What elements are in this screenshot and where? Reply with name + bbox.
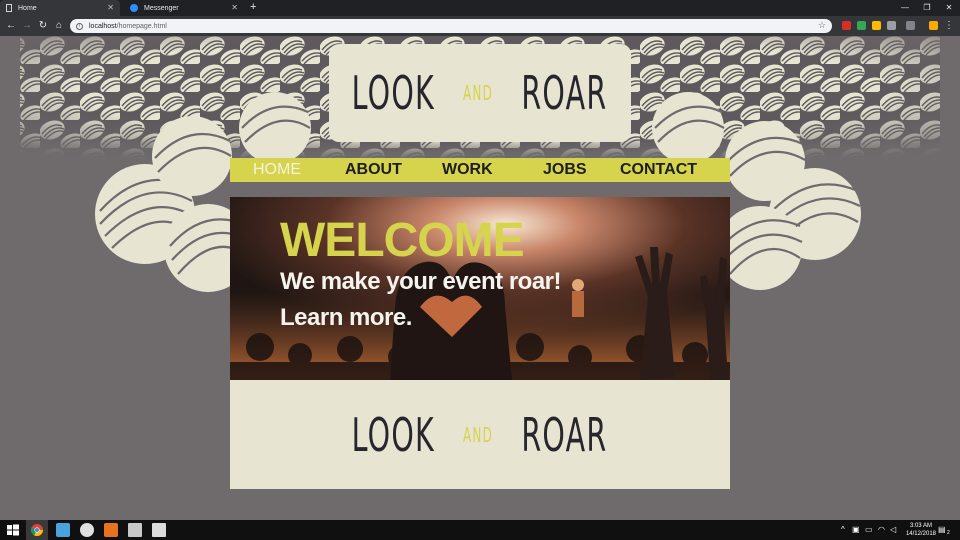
extension-icon[interactable] [906, 21, 915, 30]
address-bar[interactable]: i localhost /homepage.html ☆ [70, 19, 832, 33]
nav-item-about[interactable]: ABOUT [345, 161, 402, 179]
chevron-up-icon[interactable]: ^ [841, 525, 845, 534]
app-icon[interactable] [56, 523, 70, 537]
new-tab-button[interactable]: + [250, 1, 256, 13]
close-icon[interactable]: ✕ [231, 3, 238, 12]
extension-icon[interactable] [887, 21, 896, 30]
home-icon[interactable]: ⌂ [52, 19, 66, 33]
tab-messenger[interactable]: Messenger ✕ [124, 0, 244, 16]
logo-word-and: AND [462, 81, 493, 105]
extension-icon[interactable] [842, 21, 851, 30]
logo-word-look: LOOK [351, 66, 436, 120]
hero-banner: WELCOME We make your event roar! Learn m… [230, 197, 730, 380]
site-logo: LOOK AND ROAR [326, 66, 633, 120]
tab-title: Home [18, 4, 37, 12]
header-logo-box[interactable]: LOOK AND ROAR [329, 44, 631, 142]
app-icon[interactable] [80, 523, 94, 537]
close-window-icon[interactable]: ✕ [938, 0, 960, 16]
hero-tagline: We make your event roar! [280, 268, 562, 295]
main-nav: HOME ABOUT WORK JOBS CONTACT [230, 158, 730, 182]
minimize-icon[interactable]: — [894, 0, 916, 16]
volume-icon[interactable]: ◁ [890, 525, 896, 534]
photos-icon[interactable] [152, 523, 166, 537]
app-icon[interactable] [128, 523, 142, 537]
hero-text: WELCOME We make your event roar! Learn m… [280, 214, 562, 333]
extension-icon[interactable] [872, 21, 881, 30]
window-controls: — ❐ ✕ [894, 0, 960, 16]
hero-heading: WELCOME [280, 214, 525, 267]
nav-item-jobs[interactable]: JOBS [543, 161, 587, 179]
address-path: /homepage.html [116, 22, 167, 30]
chrome-icon[interactable] [30, 523, 44, 537]
extension-icon[interactable] [929, 21, 938, 30]
forward-icon[interactable]: → [20, 19, 34, 33]
address-host: localhost [89, 22, 117, 30]
tab-strip: Home ✕ Messenger ✕ + — ❐ ✕ [0, 0, 960, 16]
footer-logo: LOOK AND ROAR [326, 408, 633, 462]
clock-date: 14/12/2018 [905, 531, 936, 537]
taskbar: ^ ▣ ▭ ◠ ◁ 3:03 AM 14/12/2018 ▤ 2 [0, 520, 960, 540]
back-icon[interactable]: ← [4, 19, 18, 33]
nav-item-contact[interactable]: CONTACT [620, 161, 697, 179]
document-icon [6, 4, 12, 12]
info-icon[interactable]: i [76, 22, 83, 30]
extension-icon[interactable] [857, 21, 866, 30]
windows-start-icon[interactable] [6, 523, 20, 537]
nav-item-work[interactable]: WORK [442, 161, 493, 179]
system-clock[interactable]: 3:03 AM 14/12/2018 [906, 522, 936, 538]
restore-icon[interactable]: ❐ [916, 0, 938, 16]
logo-word-roar: ROAR [521, 66, 608, 120]
browser-toolbar: ← → ↻ ⌂ i localhost /homepage.html ☆ ⋮ [0, 16, 960, 36]
notification-icon[interactable]: ▤ [938, 525, 946, 534]
menu-icon[interactable]: ⋮ [942, 19, 956, 33]
logo-word-look: LOOK [351, 407, 436, 462]
wifi-icon[interactable]: ◠ [878, 525, 885, 534]
app-icon[interactable] [104, 523, 118, 537]
messenger-icon [130, 4, 138, 12]
nav-item-home[interactable]: HOME [253, 161, 301, 179]
tray-icon[interactable]: ▣ [852, 525, 860, 534]
web-page: LOOK AND ROAR HOME ABOUT WORK JOBS CONTA… [0, 36, 960, 520]
battery-icon[interactable]: ▭ [865, 525, 873, 534]
logo-word-roar: ROAR [521, 407, 608, 462]
logo-word-and: AND [462, 422, 493, 447]
reload-icon[interactable]: ↻ [36, 19, 50, 33]
notification-count: 2 [947, 530, 950, 536]
clock-time: 3:03 AM [909, 523, 932, 529]
bookmark-star-icon[interactable]: ☆ [818, 20, 826, 31]
close-icon[interactable]: ✕ [107, 3, 114, 12]
learn-more-link[interactable]: Learn more. [280, 303, 561, 333]
tab-home[interactable]: Home ✕ [0, 0, 120, 16]
footer-logo-box: LOOK AND ROAR [230, 380, 730, 489]
tab-title: Messenger [144, 4, 179, 12]
